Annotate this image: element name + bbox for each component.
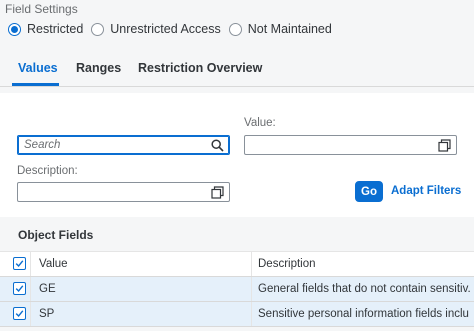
table-title: Object Fields bbox=[18, 228, 94, 242]
radio-unrestricted-access[interactable]: Unrestricted Access bbox=[91, 22, 221, 36]
radio-unrestricted-label: Unrestricted Access bbox=[110, 22, 221, 36]
column-separator bbox=[30, 302, 31, 326]
go-button[interactable]: Go bbox=[355, 181, 383, 202]
table-row[interactable]: SP Sensitive personal information fields… bbox=[0, 302, 474, 327]
tab-bar: Values Ranges Restriction Overview bbox=[0, 56, 474, 87]
row-checkbox[interactable] bbox=[13, 282, 26, 295]
description-filter-input[interactable] bbox=[17, 182, 230, 202]
tab-restriction-overview[interactable]: Restriction Overview bbox=[138, 61, 262, 75]
field-settings-title: Field Settings bbox=[5, 2, 78, 16]
row-value: GE bbox=[39, 283, 56, 295]
search-input[interactable]: Search bbox=[17, 135, 230, 155]
column-separator bbox=[30, 252, 31, 276]
column-separator bbox=[251, 252, 252, 276]
restriction-radio-group: Restricted Unrestricted Access Not Maint… bbox=[8, 22, 340, 36]
search-icon[interactable] bbox=[211, 139, 224, 152]
value-filter-label: Value: bbox=[244, 117, 276, 129]
value-help-icon[interactable] bbox=[211, 186, 224, 199]
radio-selected-icon[interactable] bbox=[8, 22, 21, 36]
row-value: SP bbox=[39, 308, 55, 320]
search-placeholder: Search bbox=[24, 139, 61, 151]
table-toolbar: Object Fields bbox=[0, 217, 474, 251]
checkmark-icon bbox=[15, 260, 24, 268]
value-filter-input[interactable] bbox=[244, 135, 457, 155]
table-header-row: Value Description bbox=[0, 251, 474, 277]
description-filter-label: Description: bbox=[17, 165, 78, 177]
checkmark-icon bbox=[15, 310, 24, 318]
tab-ranges[interactable]: Ranges bbox=[76, 61, 121, 75]
value-help-icon[interactable] bbox=[438, 139, 451, 152]
column-header-value[interactable]: Value bbox=[39, 258, 68, 270]
adapt-filters-button[interactable]: Adapt Filters bbox=[391, 185, 461, 197]
tab-values[interactable]: Values bbox=[18, 61, 58, 75]
select-all-checkbox[interactable] bbox=[13, 257, 26, 270]
radio-not-maintained[interactable]: Not Maintained bbox=[228, 22, 332, 36]
radio-not-maintained-label: Not Maintained bbox=[247, 22, 332, 36]
column-separator bbox=[30, 277, 31, 301]
row-checkbox[interactable] bbox=[13, 307, 26, 320]
column-separator bbox=[251, 302, 252, 326]
row-description: Sensitive personal information fields in… bbox=[258, 308, 470, 320]
table-row[interactable]: GE General fields that do not contain se… bbox=[0, 277, 474, 302]
checkmark-icon bbox=[15, 285, 24, 293]
radio-unselected-icon[interactable] bbox=[228, 22, 242, 36]
radio-restricted-label: Restricted bbox=[27, 22, 84, 36]
radio-restricted[interactable]: Restricted bbox=[8, 22, 83, 36]
column-separator bbox=[251, 277, 252, 301]
radio-unselected-icon[interactable] bbox=[91, 22, 105, 36]
row-description: General fields that do not contain sensi… bbox=[258, 283, 470, 295]
active-tab-indicator bbox=[12, 83, 59, 86]
column-header-description[interactable]: Description bbox=[258, 258, 316, 270]
